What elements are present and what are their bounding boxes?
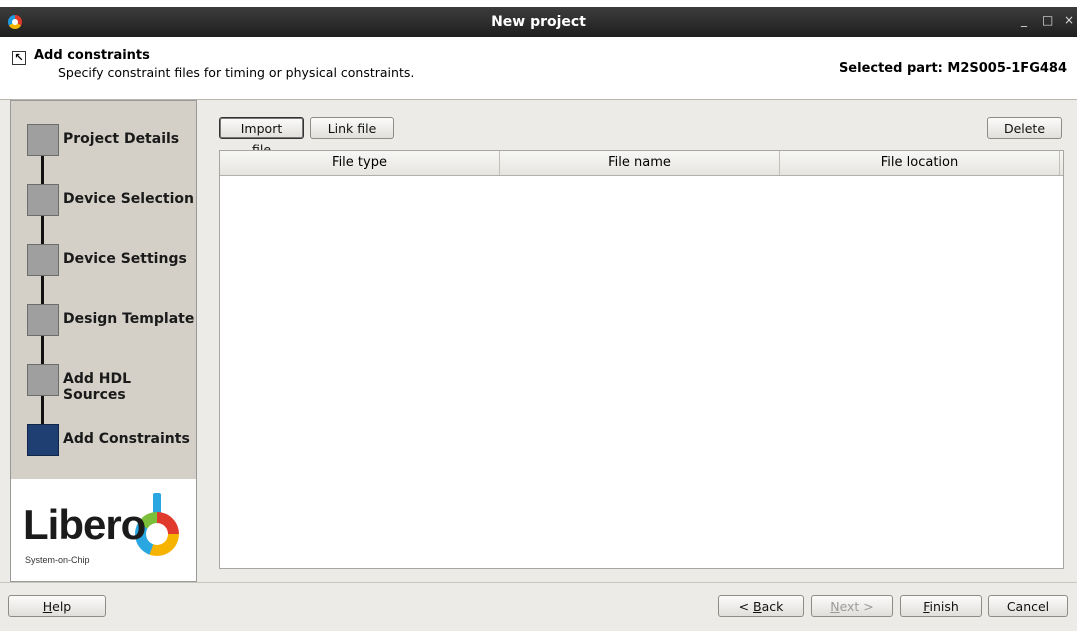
constraint-files-table[interactable]: File type File name File location	[219, 150, 1064, 569]
logo-subtitle: System-on-Chip	[25, 555, 90, 565]
window-title: New project	[491, 14, 586, 30]
wizard-pointer-icon: ↖	[12, 51, 26, 65]
next-label-rest: ext >	[839, 599, 874, 614]
step-project-details: Project Details	[27, 124, 195, 158]
window-titlebar: New project _ □ ×	[0, 7, 1077, 37]
step-add-constraints: Add Constraints	[27, 424, 195, 458]
next-button[interactable]: Next >	[811, 595, 893, 617]
step-label: Project Details	[63, 131, 180, 147]
step-marker	[27, 124, 59, 156]
close-button[interactable]: ×	[1064, 13, 1074, 27]
step-design-template: Design Template	[27, 304, 195, 338]
step-label: Device Settings	[63, 251, 187, 267]
step-add-hdl-sources: Add HDL Sources	[27, 364, 195, 403]
help-label-rest: elp	[52, 599, 72, 614]
step-marker	[27, 364, 59, 396]
help-button[interactable]: Help	[8, 595, 106, 617]
finish-label-rest: inish	[929, 599, 959, 614]
step-marker	[27, 304, 59, 336]
step-device-selection: Device Selection	[27, 184, 195, 218]
column-header-file-name[interactable]: File name	[500, 151, 780, 175]
link-file-button[interactable]: Link file	[310, 117, 394, 139]
page-title: Add constraints	[34, 48, 150, 63]
step-marker	[27, 184, 59, 216]
back-button[interactable]: < Back	[718, 595, 804, 617]
selected-part-label: Selected part: M2S005-1FG484	[838, 61, 1067, 76]
step-list: Project Details Device Selection Device …	[11, 101, 196, 479]
step-label: Add HDL Sources	[63, 371, 132, 403]
step-label: Device Selection	[63, 191, 194, 207]
back-label-rest: ack	[761, 599, 784, 614]
steps-sidebar: Project Details Device Selection Device …	[10, 100, 197, 582]
table-header: File type File name File location	[220, 151, 1063, 176]
delete-button[interactable]: Delete	[987, 117, 1062, 139]
column-header-file-type[interactable]: File type	[220, 151, 500, 175]
cancel-button[interactable]: Cancel	[988, 595, 1068, 617]
step-marker	[27, 244, 59, 276]
logo-text: Libero	[23, 501, 146, 548]
step-device-settings: Device Settings	[27, 244, 195, 278]
wizard-header: ↖ Add constraints Specify constraint fil…	[0, 37, 1077, 100]
step-label: Design Template	[63, 311, 195, 327]
import-file-button[interactable]: Import file	[219, 117, 304, 157]
page-subtitle: Specify constraint files for timing or p…	[58, 65, 415, 80]
step-marker-active	[27, 424, 59, 456]
maximize-button[interactable]: □	[1042, 13, 1053, 27]
minimize-button[interactable]: _	[1021, 13, 1027, 27]
libero-logo: Libero System-on-Chip	[11, 479, 196, 581]
step-label: Add Constraints	[63, 431, 190, 447]
column-header-file-location[interactable]: File location	[780, 151, 1060, 175]
finish-button[interactable]: Finish	[900, 595, 982, 617]
